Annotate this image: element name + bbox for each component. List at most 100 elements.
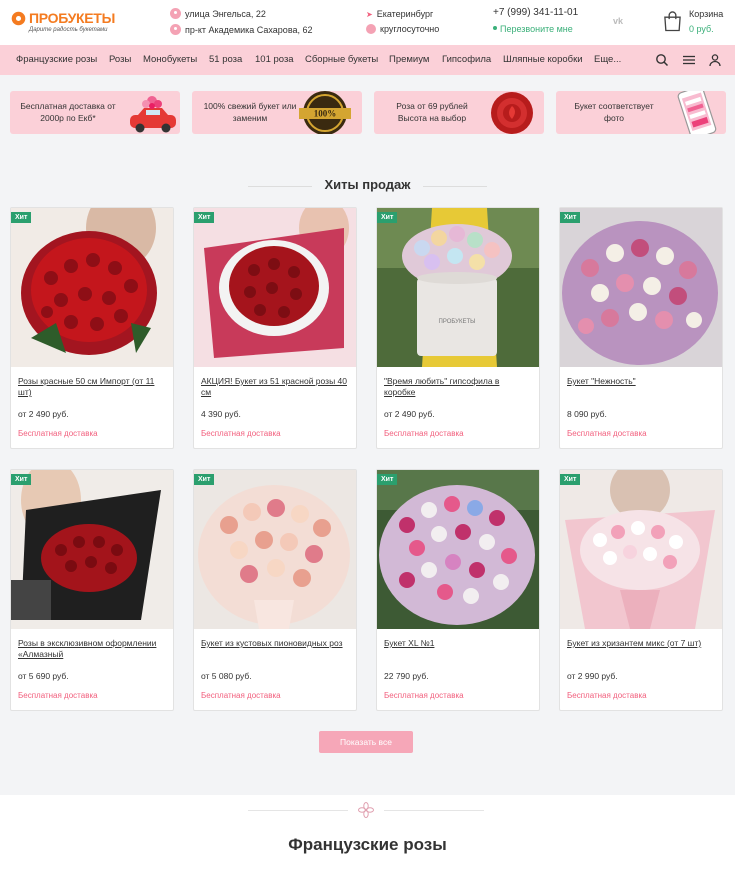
product-image[interactable]: Хит — [194, 208, 356, 367]
nav-item-51-roses[interactable]: 51 роза — [209, 54, 242, 65]
hit-badge: Хит — [377, 212, 398, 223]
product-card[interactable]: ПРОБУКЕТЫ Хит "Время любить" гипсофила в… — [376, 207, 540, 449]
phone-link[interactable]: +7 (999) 341-11-01 — [493, 7, 578, 18]
hours-text: круглосуточно — [380, 24, 440, 34]
working-hours: круглосуточно — [366, 24, 439, 34]
product-name-link[interactable]: АКЦИЯ! Букет из 51 красной розы 40 см — [201, 376, 347, 398]
product-price: от 5 080 руб. — [201, 671, 252, 681]
hit-badge: Хит — [377, 474, 398, 485]
product-card[interactable]: Хит Букет XL №1 22 790 руб. Бесплатная д… — [376, 469, 540, 711]
hit-badge: Хит — [11, 212, 32, 223]
product-name-link[interactable]: Букет из кустовых пионовидных роз — [201, 638, 347, 649]
feature-rose-price: Роза от 69 рублей Высота на выбор — [374, 91, 544, 134]
nav-item-more[interactable]: Еще... — [594, 54, 621, 65]
product-name-link[interactable]: Букет XL №1 — [384, 638, 530, 649]
map-pin-icon — [170, 8, 181, 19]
shopping-bag-icon[interactable] — [663, 10, 682, 32]
logo-text: ПРОБУКЕТЫ — [29, 10, 115, 26]
hit-badge: Хит — [194, 212, 215, 223]
clock-icon — [366, 24, 376, 34]
car-with-flowers-icon — [130, 96, 176, 133]
feature-fresh-bouquet: 100% свежий букет или заменим 100% — [192, 91, 362, 134]
free-delivery-label: Бесплатная доставка — [567, 429, 647, 438]
city-text: Екатеринбург — [376, 9, 434, 19]
product-card[interactable]: Хит Букет "Нежность" 8 090 руб. Бесплатн… — [559, 207, 723, 449]
free-delivery-label: Бесплатная доставка — [18, 691, 98, 700]
hit-badge: Хит — [194, 474, 215, 485]
product-price: от 2 990 руб. — [567, 671, 618, 681]
flower-ornament-icon — [358, 802, 374, 818]
product-name-link[interactable]: Букет из хризантем микс (от 7 шт) — [567, 638, 713, 649]
nav-item-gypsophila[interactable]: Гипсофила — [442, 54, 491, 65]
product-card[interactable]: Хит АКЦИЯ! Букет из 51 красной розы 40 с… — [193, 207, 357, 449]
phone-icon — [677, 91, 717, 134]
title-divider-right — [423, 186, 487, 187]
product-image[interactable]: Хит — [11, 208, 173, 367]
hit-badge: Хит — [560, 212, 581, 223]
hit-badge: Хит — [11, 474, 32, 485]
product-image[interactable]: Хит — [11, 470, 173, 629]
nav-item-hat-boxes[interactable]: Шляпные коробки — [503, 54, 583, 65]
feature-text: 100% свежий букет или заменим — [203, 101, 297, 123]
feature-matches-photo: Букет соответствует фото — [556, 91, 726, 134]
product-image[interactable]: Хит — [377, 470, 539, 629]
site-header: ПРОБУКЕТЫ Дарите радость букетами улица … — [0, 0, 735, 45]
callback-text: Перезвоните мне — [500, 24, 573, 34]
cart-label[interactable]: Корзина — [689, 9, 723, 19]
product-image[interactable]: Хит — [560, 208, 722, 367]
free-delivery-label: Бесплатная доставка — [384, 691, 464, 700]
feature-free-delivery: Бесплатная доставка от 2000р по Екб* — [10, 91, 180, 134]
callback-dot-icon — [493, 26, 497, 30]
section-divider-right — [384, 810, 484, 811]
svg-text:100%: 100% — [314, 109, 337, 119]
product-card[interactable]: Хит Розы в эксклюзивном оформлении «Алма… — [10, 469, 174, 711]
french-roses-section: Французские розы — [0, 795, 735, 874]
free-delivery-label: Бесплатная доставка — [201, 691, 281, 700]
svg-text:ПРОБУКЕТЫ: ПРОБУКЕТЫ — [439, 319, 476, 325]
nav-item-roses[interactable]: Розы — [109, 54, 131, 65]
product-price: от 2 490 руб. — [384, 409, 435, 419]
product-price: 8 090 руб. — [567, 409, 607, 419]
product-price: 22 790 руб. — [384, 671, 429, 681]
main-nav: Французские розы Розы Монобукеты 51 роза… — [0, 45, 735, 75]
product-name-link[interactable]: Букет "Нежность" — [567, 376, 713, 387]
product-image[interactable]: Хит — [560, 470, 722, 629]
free-delivery-label: Бесплатная доставка — [567, 691, 647, 700]
cart-sum: 0 руб. — [689, 24, 714, 34]
callback-link[interactable]: Перезвоните мне — [493, 24, 573, 34]
product-name-link[interactable]: Розы в эксклюзивном оформлении «Алмазный — [18, 638, 164, 660]
feature-text: Бесплатная доставка от 2000р по Екб* — [20, 101, 116, 123]
logo[interactable]: ПРОБУКЕТЫ Дарите радость букетами — [10, 9, 120, 37]
product-image[interactable]: Хит — [194, 470, 356, 629]
nav-item-101-roses[interactable]: 101 роза — [255, 54, 294, 65]
feature-text: Роза от 69 рублей Высота на выбор — [396, 101, 468, 123]
product-price: от 5 690 руб. — [18, 671, 69, 681]
address-1-text: улица Энгельса, 22 — [185, 9, 266, 19]
search-icon[interactable] — [655, 53, 669, 67]
logo-flower-icon — [11, 11, 26, 26]
free-delivery-label: Бесплатная доставка — [18, 429, 98, 438]
product-name-link[interactable]: "Время любить" гипсофила в коробке — [384, 376, 530, 398]
show-all-button[interactable]: Показать все — [319, 731, 413, 753]
product-price: от 2 490 руб. — [18, 409, 69, 419]
product-card[interactable]: Хит Букет из кустовых пионовидных роз от… — [193, 469, 357, 711]
nav-item-premium[interactable]: Премиум — [389, 54, 429, 65]
feature-text: Букет соответствует фото — [574, 101, 654, 123]
nav-item-mixed-bouquets[interactable]: Сборные букеты — [305, 54, 378, 65]
nav-item-monobouquets[interactable]: Монобукеты — [143, 54, 197, 65]
map-pin-icon — [170, 24, 181, 35]
hit-badge: Хит — [560, 474, 581, 485]
menu-icon[interactable] — [682, 53, 696, 67]
nav-item-french-roses[interactable]: Французские розы — [16, 54, 97, 65]
city-selector[interactable]: ➤ Екатеринбург — [366, 9, 433, 19]
product-price: 4 390 руб. — [201, 409, 241, 419]
product-card[interactable]: Хит Розы красные 50 см Импорт (от 11 шт)… — [10, 207, 174, 449]
product-name-link[interactable]: Розы красные 50 см Импорт (от 11 шт) — [18, 376, 164, 398]
address-2-text: пр-кт Академика Сахарова, 62 — [185, 25, 313, 35]
user-icon[interactable] — [708, 53, 722, 67]
product-card[interactable]: Хит Букет из хризантем микс (от 7 шт) от… — [559, 469, 723, 711]
product-image[interactable]: ПРОБУКЕТЫ Хит — [377, 208, 539, 367]
quality-seal-icon: 100% — [299, 91, 351, 134]
vk-icon[interactable]: vk — [613, 16, 623, 26]
address-2: пр-кт Академика Сахарова, 62 — [170, 24, 313, 35]
